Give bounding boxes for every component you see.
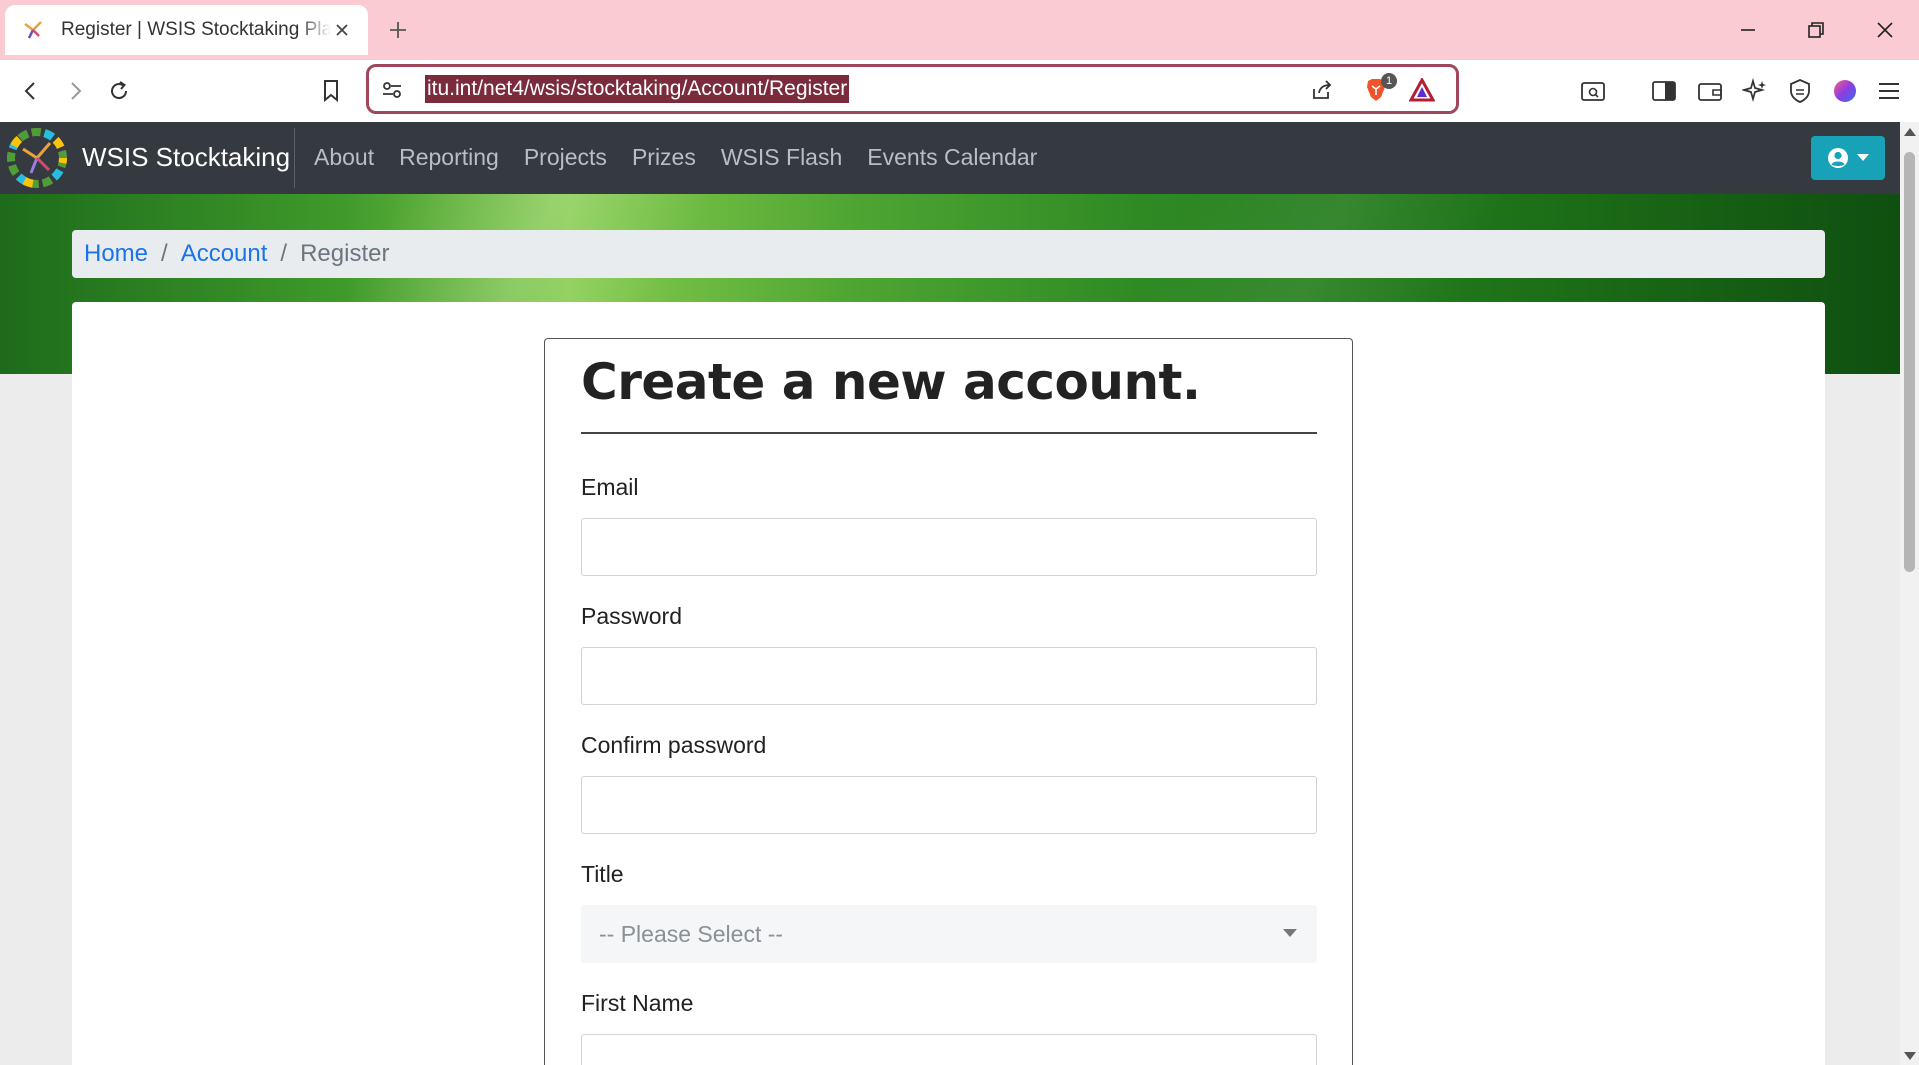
browser-tab-active[interactable]: Register | WSIS Stocktaking Platform [5, 5, 368, 55]
breadcrumb: Home / Account / Register [72, 230, 1825, 278]
sidebar-toggle-icon[interactable] [1647, 74, 1681, 108]
user-circle-icon [1828, 148, 1848, 168]
tab-close-icon[interactable] [330, 18, 354, 42]
title-select[interactable]: -- Please Select -- [581, 905, 1317, 963]
bookmark-icon[interactable] [314, 74, 348, 108]
brand-divider [294, 128, 295, 188]
nav-prizes[interactable]: Prizes [632, 144, 696, 171]
wsis-favicon-icon [19, 16, 47, 44]
shields-count-badge: 1 [1381, 73, 1397, 89]
caret-down-icon [1857, 154, 1869, 161]
confirm-password-label: Confirm password [581, 732, 767, 758]
close-window-icon[interactable] [1860, 10, 1910, 50]
title-divider [581, 432, 1317, 434]
password-label: Password [581, 603, 682, 629]
reader-mode-icon[interactable] [1576, 74, 1610, 108]
main-menu-icon[interactable] [1872, 74, 1906, 108]
wallet-icon[interactable] [1693, 74, 1727, 108]
breadcrumb-separator: / [280, 240, 288, 267]
scroll-up-icon[interactable] [1904, 128, 1916, 136]
password-field[interactable] [581, 647, 1317, 705]
nav-wsis-flash[interactable]: WSIS Flash [721, 144, 842, 171]
register-card: Create a new account. Email Password Con… [544, 338, 1353, 1065]
title-label: Title [581, 861, 624, 887]
scroll-down-icon[interactable] [1904, 1052, 1916, 1060]
vpn-shield-icon[interactable] [1783, 74, 1817, 108]
restore-window-icon[interactable] [1791, 10, 1841, 50]
address-bar[interactable]: itu.int/net4/wsis/stocktaking/Account/Re… [366, 64, 1459, 114]
page-scrollbar[interactable] [1900, 122, 1919, 1065]
breadcrumb-separator: / [161, 240, 168, 267]
first-name-field[interactable] [581, 1034, 1317, 1065]
back-icon[interactable] [14, 74, 48, 108]
chevron-down-icon [1283, 929, 1297, 937]
confirm-password-field[interactable] [581, 776, 1317, 834]
leo-ai-icon[interactable] [1738, 74, 1772, 108]
brave-shields-icon[interactable]: 1 [1359, 73, 1397, 105]
email-field[interactable] [581, 518, 1317, 576]
wsis-logo-icon[interactable] [6, 127, 68, 189]
browser-toolbar: itu.int/net4/wsis/stocktaking/Account/Re… [0, 60, 1919, 122]
minimize-window-icon[interactable] [1723, 10, 1773, 50]
first-name-label: First Name [581, 990, 694, 1016]
breadcrumb-current: Register [300, 240, 390, 267]
breadcrumb-account[interactable]: Account [181, 240, 268, 268]
forward-icon[interactable] [58, 74, 92, 108]
tab-title: Register | WSIS Stocktaking Platform [61, 19, 331, 40]
site-info-icon[interactable] [379, 77, 405, 103]
nav-reporting[interactable]: Reporting [399, 144, 499, 171]
site-brand-name[interactable]: WSIS Stocktaking [82, 142, 290, 173]
new-tab-icon[interactable] [383, 15, 413, 45]
user-menu-button[interactable] [1811, 136, 1885, 180]
breadcrumb-home[interactable]: Home [84, 240, 148, 268]
main-nav: About Reporting Projects Prizes WSIS Fla… [314, 144, 1037, 171]
nav-about[interactable]: About [314, 144, 374, 171]
brave-rewards-icon[interactable] [1405, 75, 1439, 105]
profile-avatar-icon[interactable] [1828, 74, 1862, 108]
browser-tabstrip: Register | WSIS Stocktaking Platform [0, 0, 1919, 60]
nav-projects[interactable]: Projects [524, 144, 607, 171]
page-title: Create a new account. [581, 353, 1201, 411]
address-url[interactable]: itu.int/net4/wsis/stocktaking/Account/Re… [425, 75, 850, 103]
site-navbar: WSIS Stocktaking About Reporting Project… [0, 122, 1900, 194]
title-select-value: -- Please Select -- [599, 920, 784, 947]
scrollbar-thumb[interactable] [1904, 152, 1915, 572]
nav-events-calendar[interactable]: Events Calendar [867, 144, 1037, 171]
reload-icon[interactable] [102, 74, 136, 108]
email-label: Email [581, 474, 639, 500]
share-icon[interactable] [1305, 75, 1339, 105]
